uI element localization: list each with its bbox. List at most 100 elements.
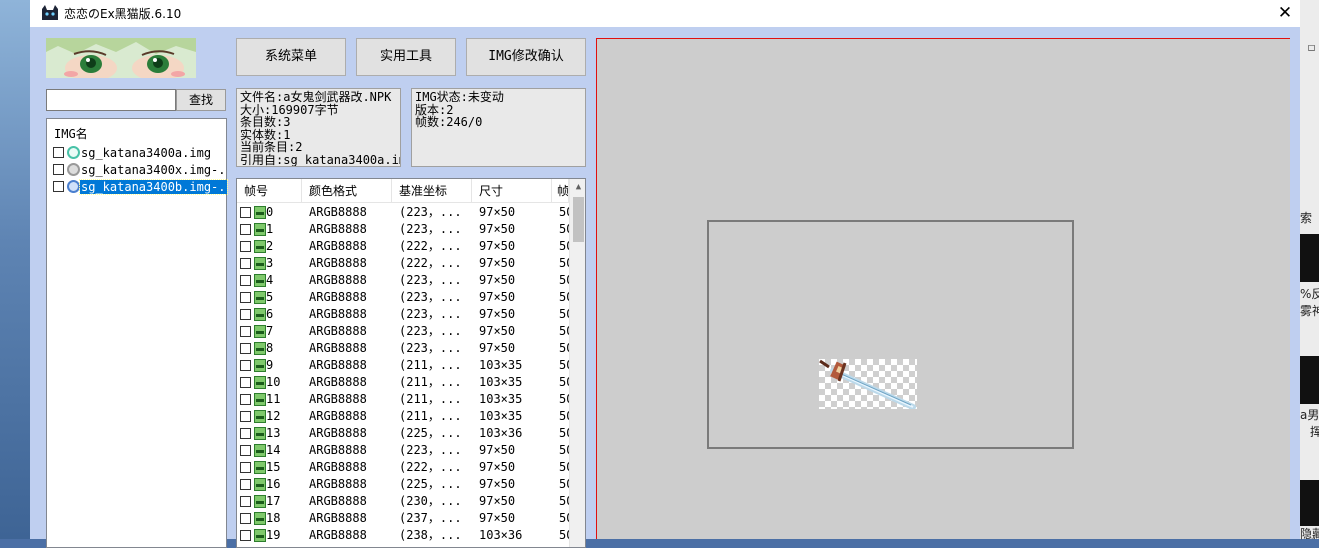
- frame-row[interactable]: 12 ARGB8888 (211，... 103×35 50: [237, 408, 569, 425]
- img-list[interactable]: IMG名 sg_katana3400a.img sg_katana3400x.i…: [46, 118, 228, 548]
- frame-checkbox[interactable]: [240, 411, 251, 422]
- frame-image-icon: [254, 512, 266, 525]
- desktop-checkbox[interactable]: ☐: [1308, 40, 1315, 54]
- frame-cell: (230，...: [399, 494, 462, 508]
- frame-row[interactable]: 4 ARGB8888 (223，... 97×50 50: [237, 272, 569, 289]
- frame-checkbox[interactable]: [240, 343, 251, 354]
- frame-cell: 97×50: [479, 256, 516, 270]
- sword-sprite-preview: [819, 359, 917, 410]
- frame-row[interactable]: 18 ARGB8888 (237，... 97×50 50: [237, 510, 569, 527]
- frame-cell: 50: [559, 409, 569, 423]
- canvas-frame: [707, 220, 1074, 449]
- frame-checkbox[interactable]: [240, 445, 251, 456]
- frame-row[interactable]: 14 ARGB8888 (223，... 97×50 50: [237, 442, 569, 459]
- frame-row[interactable]: 10 ARGB8888 (211，... 103×35 50: [237, 374, 569, 391]
- frame-checkbox[interactable]: [240, 326, 251, 337]
- frame-cell-index: 19: [240, 527, 302, 544]
- frame-row[interactable]: 19 ARGB8888 (238，... 103×36 50: [237, 527, 569, 544]
- frame-cell: 97×50: [479, 494, 516, 508]
- frame-cell: 50: [559, 426, 569, 440]
- frame-cell: ARGB8888: [309, 222, 367, 236]
- frame-cell: (223，...: [399, 222, 462, 236]
- column-header[interactable]: 帧: [552, 179, 569, 203]
- frame-checkbox[interactable]: [240, 241, 251, 252]
- tools-button[interactable]: 实用工具: [356, 38, 456, 76]
- frame-cell: 97×50: [479, 341, 516, 355]
- frame-row[interactable]: 5 ARGB8888 (223，... 97×50 50: [237, 289, 569, 306]
- frame-checkbox[interactable]: [240, 462, 251, 473]
- frame-cell: (223，...: [399, 341, 462, 355]
- img-item-checkbox[interactable]: [53, 181, 64, 192]
- frame-row[interactable]: 16 ARGB8888 (225，... 97×50 50: [237, 476, 569, 493]
- column-header[interactable]: 基准坐标: [392, 179, 472, 203]
- frame-cell: 97×50: [479, 443, 516, 457]
- frame-row[interactable]: 17 ARGB8888 (230，... 97×50 50: [237, 493, 569, 510]
- img-list-item-selected[interactable]: sg_katana3400b.img-.: [53, 178, 228, 195]
- frame-number: 0: [266, 205, 274, 219]
- frame-cell: ARGB8888: [309, 528, 367, 542]
- frame-cell: 50: [559, 511, 569, 525]
- frame-row[interactable]: 1 ARGB8888 (223，... 97×50 50: [237, 221, 569, 238]
- frame-table[interactable]: 帧号 颜色格式 基准坐标 尺寸 帧 0 ARGB8888 (223，... 97×50…: [236, 178, 586, 548]
- img-item-checkbox[interactable]: [53, 164, 64, 175]
- frame-number: 6: [266, 307, 274, 321]
- frame-row[interactable]: 3 ARGB8888 (222，... 97×50 50: [237, 255, 569, 272]
- frame-cell-index: 1: [240, 221, 302, 238]
- img-item-checkbox[interactable]: [53, 147, 64, 158]
- frame-checkbox[interactable]: [240, 258, 251, 269]
- frame-cell: 97×50: [479, 307, 516, 321]
- frame-checkbox[interactable]: [240, 224, 251, 235]
- frame-checkbox[interactable]: [240, 496, 251, 507]
- frame-cell: 97×50: [479, 511, 516, 525]
- scrollbar-thumb[interactable]: [573, 197, 584, 242]
- frame-cell: 50: [559, 205, 569, 219]
- frame-cell: 50: [559, 477, 569, 491]
- frame-checkbox[interactable]: [240, 530, 251, 541]
- frame-checkbox[interactable]: [240, 394, 251, 405]
- frame-cell: ARGB8888: [309, 511, 367, 525]
- preview-canvas[interactable]: [596, 38, 1290, 539]
- frame-checkbox[interactable]: [240, 292, 251, 303]
- close-button[interactable]: ✕: [1270, 0, 1300, 27]
- frame-row[interactable]: 11 ARGB8888 (211，... 103×35 50: [237, 391, 569, 408]
- scroll-up-arrow-icon[interactable]: ▲: [570, 179, 585, 196]
- img-item-name: sg_katana3400a.img: [81, 145, 212, 160]
- frame-cell: 50: [559, 460, 569, 474]
- frame-checkbox[interactable]: [240, 207, 251, 218]
- frame-checkbox[interactable]: [240, 513, 251, 524]
- img-list-item[interactable]: sg_katana3400x.img-.: [53, 162, 226, 178]
- frame-checkbox[interactable]: [240, 428, 251, 439]
- frame-checkbox[interactable]: [240, 275, 251, 286]
- frame-cell-index: 10: [240, 374, 302, 391]
- column-header[interactable]: 颜色格式: [302, 179, 392, 203]
- frame-cell: 97×50: [479, 460, 516, 474]
- search-input[interactable]: [46, 89, 176, 111]
- frame-checkbox[interactable]: [240, 479, 251, 490]
- frame-row[interactable]: 2 ARGB8888 (222，... 97×50 50: [237, 238, 569, 255]
- frame-cell: ARGB8888: [309, 443, 367, 457]
- column-header[interactable]: 尺寸: [472, 179, 552, 203]
- frame-image-icon: [254, 529, 266, 542]
- column-header[interactable]: 帧号: [237, 179, 302, 203]
- frame-row[interactable]: 0 ARGB8888 (223，... 97×50 50: [237, 204, 569, 221]
- frame-row[interactable]: 6 ARGB8888 (223，... 97×50 50: [237, 306, 569, 323]
- vertical-scrollbar[interactable]: ▲: [569, 179, 585, 547]
- system-menu-button[interactable]: 系统菜单: [236, 38, 346, 76]
- file-info-line: 条目数:3: [240, 115, 291, 129]
- search-button[interactable]: 查找: [176, 89, 226, 111]
- frame-cell: 50: [559, 341, 569, 355]
- frame-row[interactable]: 15 ARGB8888 (222，... 97×50 50: [237, 459, 569, 476]
- app-logo: [46, 38, 196, 78]
- title-bar[interactable]: 恋恋のEx黑猫版.6.10 ✕: [30, 0, 1300, 27]
- img-list-item[interactable]: sg_katana3400a.img: [53, 145, 225, 161]
- frame-row[interactable]: 9 ARGB8888 (211，... 103×35 50: [237, 357, 569, 374]
- frame-row[interactable]: 7 ARGB8888 (223，... 97×50 50: [237, 323, 569, 340]
- frame-checkbox[interactable]: [240, 377, 251, 388]
- img-confirm-button[interactable]: IMG修改确认: [466, 38, 586, 76]
- frame-checkbox[interactable]: [240, 309, 251, 320]
- frame-checkbox[interactable]: [240, 360, 251, 371]
- frame-cell: 50: [559, 494, 569, 508]
- frame-image-icon: [254, 342, 266, 355]
- frame-row[interactable]: 13 ARGB8888 (225，... 103×36 50: [237, 425, 569, 442]
- frame-row[interactable]: 8 ARGB8888 (223，... 97×50 50: [237, 340, 569, 357]
